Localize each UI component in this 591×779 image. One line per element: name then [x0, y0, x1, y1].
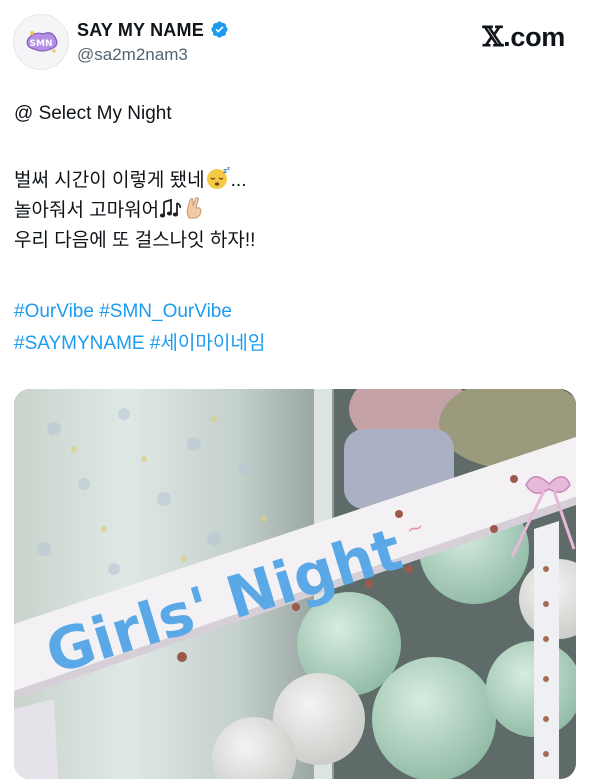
hashtag-row-2: #SAYMYNAME #세이마이네임: [14, 328, 574, 360]
musical-notes-emoji-icon: [160, 198, 182, 218]
girls-night-photo: Girls' Night ~: [14, 389, 576, 779]
post-photo[interactable]: Girls' Night ~: [14, 389, 576, 779]
crossed-fingers-emoji-icon: [186, 197, 202, 219]
post-message: 벌써 시간이 이렇게 됐네 z z... 놀아줘서 고마워어 우리 다음에 또 걸스…: [14, 166, 574, 256]
display-name[interactable]: SAY MY NAME: [77, 20, 229, 41]
mention-line: @ Select My Night: [14, 103, 172, 124]
message-line-1: 벌써 시간이 이렇게 됐네 z z...: [14, 166, 574, 196]
verified-badge-icon: [211, 21, 228, 38]
x-logo-icon: 𝕏: [482, 22, 504, 53]
hashtag-ourvibe-link[interactable]: #OurVibe: [14, 301, 94, 322]
lower-banner-edge: [14, 699, 58, 779]
display-name-text: SAY MY NAME: [77, 20, 204, 40]
post-header: SMN SAY MY NAME @sa2m2nam3 𝕏.com: [0, 0, 591, 80]
sleepy-face-emoji-icon: zz: [206, 166, 230, 189]
message-line-1-text: 벌써 시간이 이렇게 됐네: [14, 170, 205, 191]
hashtag-row-1: #OurVibe #SMN_OurVibe: [14, 296, 574, 328]
message-line-3: 우리 다음에 또 걸스나잇 하자!!: [14, 230, 256, 251]
profile-handle[interactable]: @sa2m2nam3: [77, 45, 188, 65]
hashtag-saymyname-link[interactable]: #SAYMYNAME: [14, 333, 145, 354]
vertical-banner: [534, 521, 559, 779]
profile-avatar[interactable]: SMN: [13, 14, 69, 70]
x-com-domain: .com: [503, 22, 565, 52]
svg-text:z: z: [227, 166, 230, 172]
hashtag-korean-link[interactable]: #세이마이네임: [150, 333, 265, 354]
smn-logo-icon: SMN: [14, 15, 68, 69]
message-line-2: 놀아줘서 고마워어: [14, 196, 574, 226]
hashtag-smn-ourvibe-link[interactable]: #SMN_OurVibe: [99, 301, 232, 322]
message-line-1-tail: ...: [230, 170, 247, 191]
svg-text:SMN: SMN: [30, 39, 53, 49]
x-com-logo: 𝕏.com: [482, 22, 566, 53]
hashtag-block: #OurVibe #SMN_OurVibe #SAYMYNAME #세이마이네임: [14, 296, 574, 360]
message-line-2-text: 놀아줘서 고마워어: [14, 200, 160, 221]
